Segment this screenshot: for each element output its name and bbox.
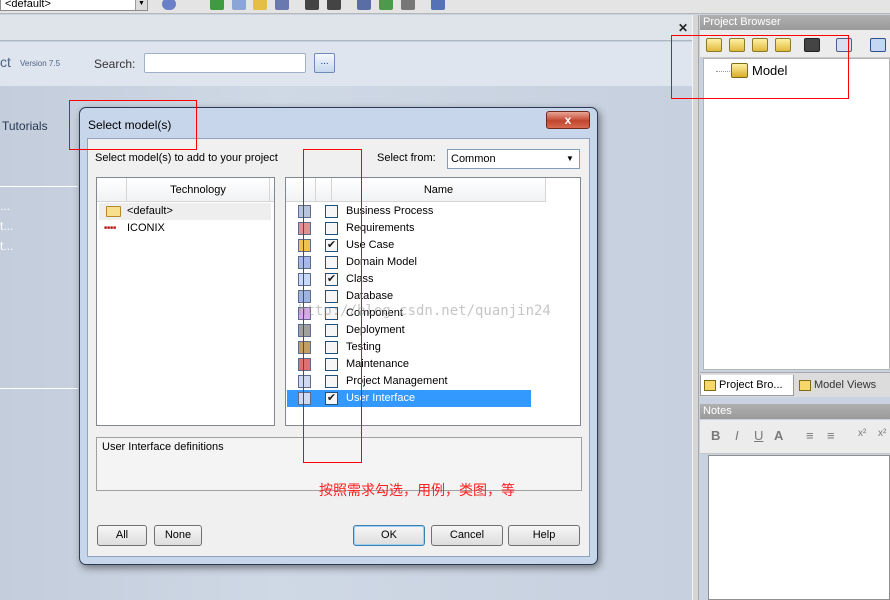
tab-project-browser[interactable]: Project Bro... <box>700 375 794 396</box>
project-browser-tabs: Project Bro... Model Views <box>700 372 890 397</box>
notes-toolbar: B I U A ≡ ≡ x² x² <box>700 420 890 454</box>
search-button[interactable]: ... <box>314 53 335 73</box>
annotation-box-project-browser <box>671 35 849 99</box>
technology-item-iconix[interactable]: ■■■■ ICONIX <box>99 220 271 237</box>
recent-item[interactable]: t... <box>0 239 13 253</box>
technology-item-default[interactable]: <default> <box>99 203 271 220</box>
project-tree: Model <box>703 58 890 370</box>
name-column-header[interactable]: Name <box>332 178 546 202</box>
select-all-button[interactable]: All <box>97 525 147 546</box>
technology-label: <default> <box>127 205 173 217</box>
search-label: Search: <box>94 57 136 71</box>
select-from-dropdown[interactable]: Common ▼ <box>447 149 580 169</box>
annotation-note: 按照需求勾选，用例，类图，等 <box>319 482 515 498</box>
underline-button[interactable]: U <box>754 428 763 443</box>
perspective-combo[interactable]: <default> ▼ <box>0 0 148 11</box>
navigate-icon[interactable] <box>431 0 445 10</box>
bold-button[interactable]: B <box>711 428 720 443</box>
help-button[interactable]: Help <box>508 525 580 546</box>
binoculars-advanced-icon[interactable] <box>327 0 341 10</box>
bullet-list-button[interactable]: ≡ <box>806 428 814 443</box>
technology-label: ICONIX <box>127 222 165 234</box>
perspective-combo-value: <default> <box>5 0 51 10</box>
close-icon[interactable]: ✕ <box>678 21 688 35</box>
panel-splitter[interactable] <box>692 15 699 600</box>
annotation-box-dialog-title <box>69 100 197 150</box>
instruction-label: Select model(s) to add to your project <box>95 152 278 164</box>
chevron-down-icon[interactable]: ▼ <box>562 151 578 167</box>
technology-column-header[interactable]: Technology <box>127 178 270 202</box>
header-spacer <box>97 178 127 202</box>
select-from-label: Select from: <box>377 152 436 164</box>
select-from-value: Common <box>451 153 496 165</box>
target-icon[interactable] <box>162 0 176 10</box>
recent-item[interactable]: ... <box>0 199 10 213</box>
save-icon[interactable] <box>275 0 289 10</box>
divider <box>0 388 78 389</box>
italic-button[interactable]: I <box>735 428 739 443</box>
refresh-icon[interactable] <box>210 0 224 10</box>
tutorials-link[interactable]: Tutorials <box>2 119 48 133</box>
folder-icon[interactable] <box>253 0 267 10</box>
divider <box>0 186 78 187</box>
windows-icon[interactable] <box>870 38 886 52</box>
dialog-close-button[interactable]: x <box>546 111 590 129</box>
version-label: Version 7.5 <box>20 59 61 68</box>
start-page-tabbar: ✕ <box>0 15 692 41</box>
notes-editor[interactable] <box>708 455 890 600</box>
project-browser-title: Project Browser <box>700 15 890 30</box>
add-element-icon[interactable] <box>232 0 246 10</box>
tab-model-views[interactable]: Model Views <box>796 375 890 396</box>
start-page-header: ct Version 7.5 Search: ... <box>0 42 692 86</box>
select-none-button[interactable]: None <box>154 525 202 546</box>
notes-title: Notes <box>700 404 890 419</box>
tab-label: Model Views <box>814 379 877 391</box>
superscript-button[interactable]: x² <box>858 428 866 439</box>
watermark-text: http://blog.csdn.net/quanjin24 <box>298 303 551 319</box>
chevron-down-icon[interactable]: ▼ <box>135 0 147 10</box>
folder-icon <box>106 206 121 217</box>
package-icon[interactable] <box>401 0 415 10</box>
main-toolbar: <default> ▼ <box>0 0 890 14</box>
binoculars-icon[interactable] <box>305 0 319 10</box>
pin-icon[interactable] <box>379 0 393 10</box>
recent-item[interactable]: t... <box>0 219 13 233</box>
model-views-icon <box>799 380 811 391</box>
font-color-button[interactable]: A <box>774 428 783 443</box>
ok-button[interactable]: OK <box>353 525 425 546</box>
search-input[interactable] <box>144 53 306 73</box>
subscript-button[interactable]: x² <box>878 428 886 439</box>
project-browser-icon <box>704 380 716 391</box>
technology-list[interactable]: Technology <default> ■■■■ ICONIX <box>96 177 275 426</box>
edit-icon[interactable] <box>357 0 371 10</box>
cancel-button[interactable]: Cancel <box>431 525 503 546</box>
numbered-list-button[interactable]: ≡ <box>827 428 835 443</box>
iconix-icon: ■■■■ <box>104 225 117 231</box>
product-title-fragment: ct <box>0 54 11 70</box>
technology-list-header: Technology <box>97 178 274 202</box>
tab-label: Project Bro... <box>719 379 783 391</box>
